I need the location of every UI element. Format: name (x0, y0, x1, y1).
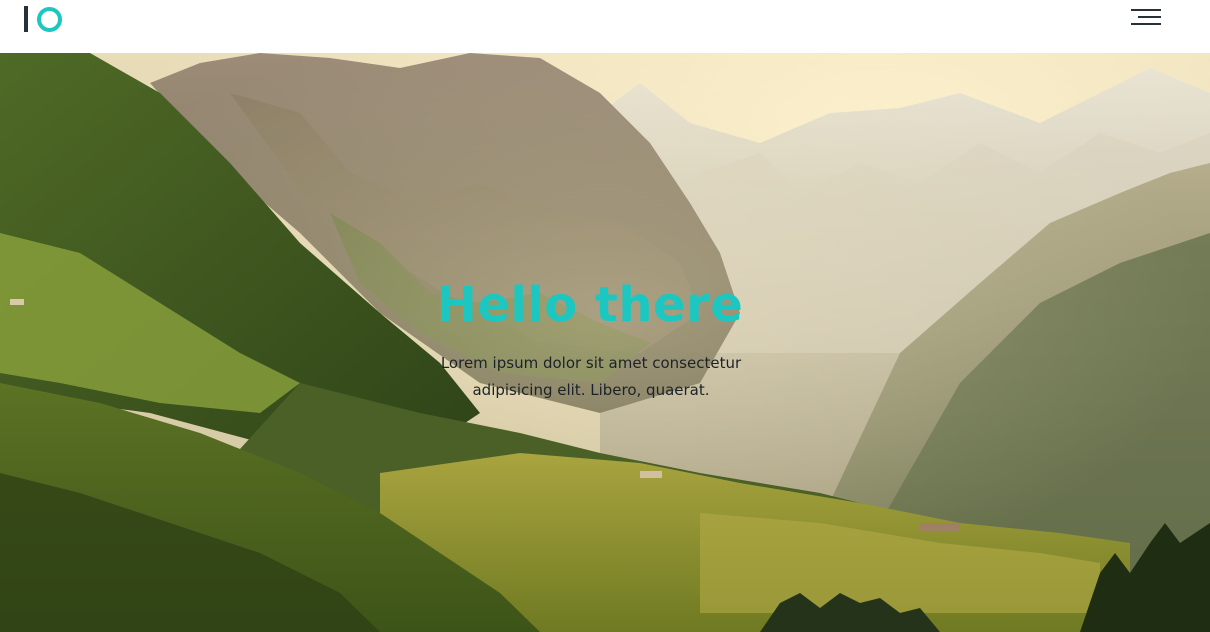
hero-background-image (0, 53, 1210, 632)
hero-title: Hello there (436, 277, 744, 333)
hamburger-menu-icon[interactable] (1124, 4, 1168, 32)
hero-section: Hello there Lorem ipsum dolor sit amet c… (0, 53, 1210, 632)
menu-line (1138, 16, 1161, 18)
menu-line (1131, 23, 1161, 25)
io-logo-icon[interactable] (24, 6, 64, 33)
menu-line (1131, 9, 1161, 11)
logo-bar (24, 6, 28, 32)
site-header (0, 0, 1210, 53)
hero-description: Lorem ipsum dolor sit amet consectetur a… (440, 354, 742, 399)
logo-ring (37, 7, 62, 32)
